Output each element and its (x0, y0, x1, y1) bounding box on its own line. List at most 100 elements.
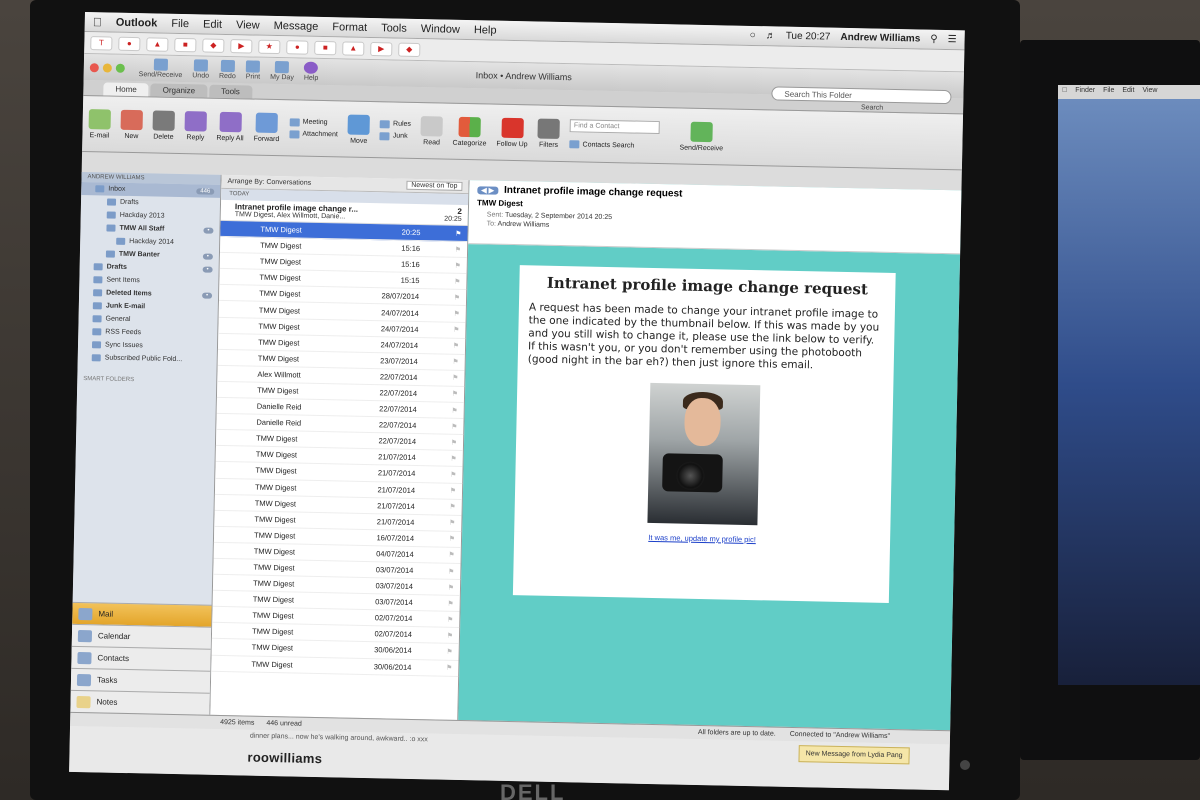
flag-icon[interactable]: ⚑ (450, 455, 456, 463)
flag-icon[interactable]: ⚑ (452, 390, 458, 398)
extra-icon[interactable]: ▲ (146, 36, 169, 52)
menu-tools[interactable]: Tools (381, 22, 407, 35)
nav-contacts[interactable]: Contacts (71, 645, 211, 671)
contacts-search-button[interactable]: Contacts Search (569, 140, 659, 150)
reply-all-button[interactable]: Reply All (216, 111, 244, 142)
volume-icon[interactable]: ♬ (766, 30, 776, 41)
flag-icon[interactable]: ⚑ (448, 567, 454, 575)
attachment-button[interactable]: Attachment (289, 129, 338, 139)
flag-icon[interactable]: ⚑ (453, 310, 459, 318)
menubar-clock[interactable]: Tue 20:27 (786, 31, 831, 43)
rules-button[interactable]: Rules (379, 119, 411, 129)
menu-message[interactable]: Message (274, 19, 319, 32)
flag-icon[interactable]: ⚑ (452, 374, 458, 382)
flag-icon[interactable]: ⚑ (449, 535, 455, 543)
extra-icon[interactable]: ▶ (370, 41, 393, 56)
notifications-icon[interactable]: ☰ (948, 34, 957, 45)
menu-format[interactable]: Format (332, 21, 367, 34)
flag-icon[interactable]: ⚑ (446, 664, 452, 672)
extra-icon[interactable]: ★ (258, 39, 281, 54)
message-from: TMW Digest (259, 256, 302, 267)
new-email-button[interactable]: E-mail (88, 108, 111, 139)
delete-button[interactable]: Delete (152, 109, 175, 140)
extra-icon[interactable]: ▶ (230, 38, 253, 54)
find-contact-input[interactable]: Find a Contact (569, 119, 661, 135)
menu-view[interactable]: View (236, 19, 260, 31)
message-date: 21/07/2014 (377, 468, 416, 479)
flag-icon[interactable]: ⚑ (455, 229, 461, 237)
reply-button[interactable]: Reply (184, 110, 207, 141)
notification-toast[interactable]: New Message from Lydia Pang (798, 745, 910, 765)
flag-icon[interactable]: ⚑ (449, 503, 455, 511)
categorize-button[interactable]: Categorize (453, 116, 487, 147)
menu-file[interactable]: File (171, 17, 189, 29)
message-from: TMW Digest (252, 578, 295, 589)
message-date: 21/07/2014 (377, 484, 416, 495)
flag-icon[interactable]: ⚑ (453, 342, 459, 350)
follow-up-button[interactable]: Follow Up (496, 117, 528, 148)
tab-tools[interactable]: Tools (209, 84, 252, 99)
message-date: 03/07/2014 (375, 597, 413, 608)
move-button[interactable]: Move (347, 114, 371, 144)
apple-icon:  (1062, 87, 1067, 97)
flag-icon[interactable]: ⚑ (451, 422, 457, 430)
nav-mail[interactable]: Mail (72, 601, 212, 627)
folder-icon (106, 198, 117, 206)
flag-icon[interactable]: ⚑ (452, 358, 458, 366)
flag-icon[interactable]: ⚑ (454, 294, 460, 302)
message-list: Arrange By: Conversations Newest on Top … (210, 174, 470, 720)
flag-icon[interactable]: ⚑ (451, 406, 457, 414)
app-menu[interactable]: Outlook (116, 16, 158, 29)
verify-link[interactable]: It was me, update my profile pic! (524, 530, 880, 546)
read-button[interactable]: Read (420, 115, 444, 146)
arrange-by[interactable]: Arrange By: Conversations (227, 178, 311, 187)
flag-icon[interactable]: ⚑ (455, 245, 461, 253)
extra-icon[interactable]: ◆ (398, 42, 421, 57)
flag-icon[interactable]: ⚑ (448, 551, 454, 559)
nav-tasks[interactable]: Tasks (70, 667, 211, 693)
flag-icon[interactable]: ⚑ (446, 648, 452, 656)
tab-home[interactable]: Home (103, 82, 149, 97)
filters-button[interactable]: Filters (537, 118, 561, 148)
flag-icon[interactable]: ⚑ (450, 471, 456, 479)
extra-icon[interactable]: ◆ (202, 37, 225, 53)
flag-icon[interactable]: ⚑ (451, 439, 457, 447)
extra-icon[interactable]: T (90, 35, 113, 51)
sort-order-button[interactable]: Newest on Top (406, 180, 463, 191)
flag-icon[interactable]: ⚑ (453, 326, 459, 334)
flag-icon[interactable]: ⚑ (454, 278, 460, 286)
extra-icon[interactable]: ● (118, 36, 141, 51)
wifi-icon[interactable]: ○ (750, 30, 756, 41)
junk-button[interactable]: Junk (379, 131, 411, 141)
flag-icon[interactable]: ⚑ (448, 583, 454, 591)
tab-organize[interactable]: Organize (150, 83, 208, 98)
menubar-user[interactable]: Andrew Williams (840, 32, 920, 45)
conversation-nav-icon[interactable]: ◀ ▶ (477, 185, 499, 195)
send-receive-button[interactable]: Send/Receive (679, 121, 723, 152)
extra-icon[interactable]: ● (286, 39, 309, 55)
nav-calendar[interactable]: Calendar (71, 623, 212, 649)
search-input[interactable]: Search This Folder (771, 86, 952, 105)
spotlight-icon[interactable]: ⚲ (930, 34, 938, 45)
recipient[interactable]: Andrew Williams (497, 221, 549, 229)
contacts-group: Find a Contact Contacts Search (569, 119, 661, 150)
extra-icon[interactable]: ■ (174, 37, 197, 52)
flag-icon[interactable]: ⚑ (454, 262, 460, 270)
flag-icon[interactable]: ⚑ (447, 632, 453, 640)
smart-folders-header[interactable]: SMART FOLDERS (77, 364, 217, 397)
extra-icon[interactable]: ▲ (342, 40, 365, 56)
forward-button[interactable]: Forward (254, 112, 280, 143)
nav-notes[interactable]: Notes (70, 689, 210, 715)
extra-icon[interactable]: ■ (314, 40, 337, 55)
flag-icon[interactable]: ⚑ (450, 487, 456, 495)
flag-icon[interactable]: ⚑ (447, 599, 453, 607)
menu-help[interactable]: Help (474, 24, 497, 36)
flag-icon[interactable]: ⚑ (447, 616, 453, 624)
new-button[interactable]: New (120, 109, 143, 140)
meeting-button[interactable]: Meeting (289, 117, 339, 127)
flag-icon (501, 117, 524, 138)
menu-window[interactable]: Window (421, 23, 460, 36)
flag-icon[interactable]: ⚑ (449, 519, 455, 527)
apple-menu-icon[interactable]:  (93, 15, 102, 29)
menu-edit[interactable]: Edit (203, 18, 222, 30)
